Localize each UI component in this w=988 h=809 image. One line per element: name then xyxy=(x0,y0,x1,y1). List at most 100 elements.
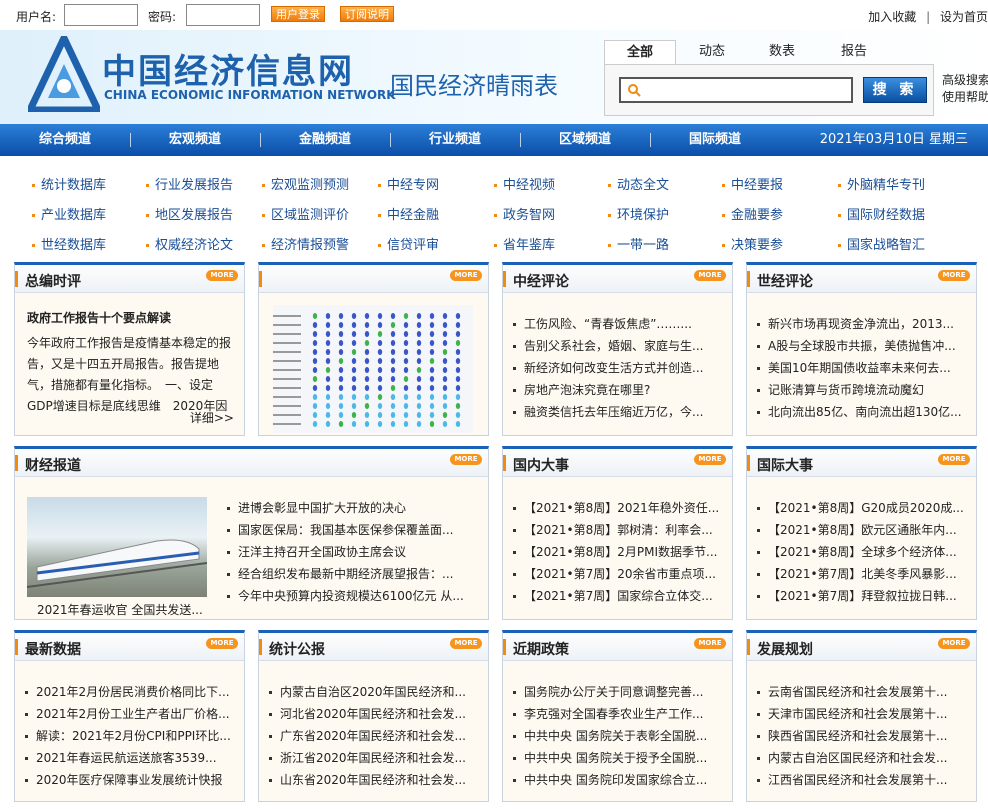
quick-link[interactable]: 区域监测评价 xyxy=(262,204,349,223)
list-item[interactable]: 内蒙古自治区2020年国民经济和... xyxy=(269,683,480,700)
quick-link[interactable]: 国家战略智汇 xyxy=(838,234,925,253)
list-item[interactable]: 浙江省2020年国民经济和社会发... xyxy=(269,749,480,766)
more-button[interactable]: MORE xyxy=(938,270,970,281)
search-button[interactable]: 搜 索 xyxy=(863,77,927,103)
list-item[interactable]: A股与全球股市共振，美债抛售冲... xyxy=(757,337,968,354)
list-item[interactable]: 2021年2月份工业生产者出厂价格... xyxy=(25,705,236,722)
list-item[interactable]: 房地产泡沫究竟在哪里? xyxy=(513,381,724,398)
list-item[interactable]: 河北省2020年国民经济和社会发... xyxy=(269,705,480,722)
more-button[interactable]: MORE xyxy=(206,270,238,281)
quick-link[interactable]: 地区发展报告 xyxy=(146,204,233,223)
quick-link[interactable]: 国际财经数据 xyxy=(838,204,925,223)
list-item[interactable]: 今年中央预算内投资规模达6100亿元 从... xyxy=(227,587,480,604)
search-tab-tables[interactable]: 数表 xyxy=(746,40,818,64)
search-tab-news[interactable]: 动态 xyxy=(676,40,748,64)
list-item[interactable]: 【2021•第8周】郭树清：利率会... xyxy=(513,521,724,538)
photo-caption[interactable]: 2021年春运收官 全国共发送... xyxy=(37,601,203,618)
list-item[interactable]: 【2021•第7周】拜登叙拉拢日韩... xyxy=(757,587,968,604)
quick-link[interactable]: 环境保护 xyxy=(608,204,669,223)
quick-link[interactable]: 一带一路 xyxy=(608,234,669,253)
list-item[interactable]: 2021年2月份居民消费价格同比下... xyxy=(25,683,236,700)
list-item[interactable]: 天津市国民经济和社会发展第十... xyxy=(757,705,968,722)
search-input[interactable] xyxy=(619,77,853,103)
detail-link[interactable]: 详细>> xyxy=(190,409,234,426)
nav-international[interactable]: 国际频道 xyxy=(650,124,780,156)
logo-icon[interactable] xyxy=(24,29,104,115)
quick-link[interactable]: 统计数据库 xyxy=(32,174,106,193)
list-item[interactable]: 内蒙古自治区国民经济和社会发... xyxy=(757,749,968,766)
list-item[interactable]: 美国10年期国债收益率未来何去... xyxy=(757,359,968,376)
nav-finance[interactable]: 金融频道 xyxy=(260,124,390,156)
list-item[interactable]: 融资类信托去年压缩近万亿，今... xyxy=(513,403,724,420)
quick-link[interactable]: 外脑精华专刊 xyxy=(838,174,925,193)
list-item[interactable]: 【2021•第8周】全球多个经济体... xyxy=(757,543,968,560)
index-chart-thumbnail[interactable] xyxy=(273,305,473,433)
quick-link[interactable]: 产业数据库 xyxy=(32,204,106,223)
list-item[interactable]: 【2021•第8周】欧元区通胀年内... xyxy=(757,521,968,538)
nav-region[interactable]: 区域频道 xyxy=(520,124,650,156)
editorial-headline[interactable]: 政府工作报告十个要点解读 xyxy=(27,309,171,326)
quick-link[interactable]: 政务智网 xyxy=(494,204,555,223)
list-item[interactable]: 告别父系社会，婚姻、家庭与生... xyxy=(513,337,724,354)
list-item[interactable]: 中共中央 国务院关于表彰全国脱... xyxy=(513,727,724,744)
list-item[interactable]: 【2021•第8周】G20成员2020成... xyxy=(757,499,968,516)
login-button[interactable]: 用户登录 xyxy=(271,6,325,22)
list-item[interactable]: 【2021•第7周】国家综合立体交... xyxy=(513,587,724,604)
nav-industry[interactable]: 行业频道 xyxy=(390,124,520,156)
list-item[interactable]: 中共中央 国务院印发国家综合立... xyxy=(513,771,724,788)
list-item[interactable]: 陕西省国民经济和社会发展第十... xyxy=(757,727,968,744)
list-item[interactable]: 国务院办公厅关于同意调整完善... xyxy=(513,683,724,700)
more-button[interactable]: MORE xyxy=(206,638,238,649)
list-item[interactable]: 经合组织发布最新中期经济展望报告：... xyxy=(227,565,480,582)
quick-link[interactable]: 世经数据库 xyxy=(32,234,106,253)
list-item[interactable]: 广东省2020年国民经济和社会发... xyxy=(269,727,480,744)
list-item[interactable]: 【2021•第8周】2021年稳外资任... xyxy=(513,499,724,516)
more-button[interactable]: MORE xyxy=(450,638,482,649)
list-item[interactable]: 新兴市场再现资金净流出，2013... xyxy=(757,315,968,332)
more-button[interactable]: MORE xyxy=(450,454,482,465)
username-input[interactable] xyxy=(64,4,138,26)
list-item[interactable]: 中共中央 国务院关于授予全国脱... xyxy=(513,749,724,766)
list-item[interactable]: 云南省国民经济和社会发展第十... xyxy=(757,683,968,700)
quick-link[interactable]: 行业发展报告 xyxy=(146,174,233,193)
list-item[interactable]: 2020年医疗保障事业发展统计快报 xyxy=(25,771,236,788)
train-photo[interactable] xyxy=(27,497,207,597)
quick-link[interactable]: 中经金融 xyxy=(378,204,439,223)
list-item[interactable]: 山东省2020年国民经济和社会发... xyxy=(269,771,480,788)
list-item[interactable]: 李克强对全国春季农业生产工作... xyxy=(513,705,724,722)
search-tab-all[interactable]: 全部 xyxy=(604,40,676,64)
nav-general[interactable]: 综合频道 xyxy=(0,124,130,156)
help-link[interactable]: 使用帮助 xyxy=(942,90,988,104)
list-item[interactable]: 【2021•第7周】20余省市重点项... xyxy=(513,565,724,582)
quick-link[interactable]: 宏观监测预测 xyxy=(262,174,349,193)
more-button[interactable]: MORE xyxy=(694,270,726,281)
quick-link[interactable]: 省年鉴库 xyxy=(494,234,555,253)
list-item[interactable]: 工伤风险、“青春饭焦虑”……... xyxy=(513,315,724,332)
add-favorite-link[interactable]: 加入收藏 xyxy=(868,10,916,24)
list-item[interactable]: 北向流出85亿、南向流出超130亿... xyxy=(757,403,968,420)
list-item[interactable]: 【2021•第8周】2月PMI数据季节... xyxy=(513,543,724,560)
password-input[interactable] xyxy=(186,4,260,26)
list-item[interactable]: 汪洋主持召开全国政协主席会议 xyxy=(227,543,480,560)
more-button[interactable]: MORE xyxy=(694,454,726,465)
more-button[interactable]: MORE xyxy=(450,270,482,281)
quick-link[interactable]: 决策要参 xyxy=(722,234,783,253)
list-item[interactable]: 进博会彰显中国扩大开放的决心 xyxy=(227,499,480,516)
list-item[interactable]: 国家医保局：我国基本医保参保覆盖面... xyxy=(227,521,480,538)
quick-link[interactable]: 信贷评审 xyxy=(378,234,439,253)
quick-link[interactable]: 权威经济论文 xyxy=(146,234,233,253)
nav-macro[interactable]: 宏观频道 xyxy=(130,124,260,156)
search-tab-reports[interactable]: 报告 xyxy=(818,40,890,64)
quick-link[interactable]: 中经要报 xyxy=(722,174,783,193)
quick-link[interactable]: 金融要参 xyxy=(722,204,783,223)
list-item[interactable]: 江西省国民经济和社会发展第十... xyxy=(757,771,968,788)
subscribe-button[interactable]: 订阅说明 xyxy=(340,6,394,22)
quick-link[interactable]: 经济情报预警 xyxy=(262,234,349,253)
set-homepage-link[interactable]: 设为首页 xyxy=(940,10,988,24)
list-item[interactable]: 2021年春运民航运送旅客3539... xyxy=(25,749,236,766)
list-item[interactable]: 【2021•第7周】北美冬季风暴影... xyxy=(757,565,968,582)
quick-link[interactable]: 动态全文 xyxy=(608,174,669,193)
list-item[interactable]: 记账清算与货币跨境流动魔幻 xyxy=(757,381,968,398)
more-button[interactable]: MORE xyxy=(694,638,726,649)
more-button[interactable]: MORE xyxy=(938,638,970,649)
